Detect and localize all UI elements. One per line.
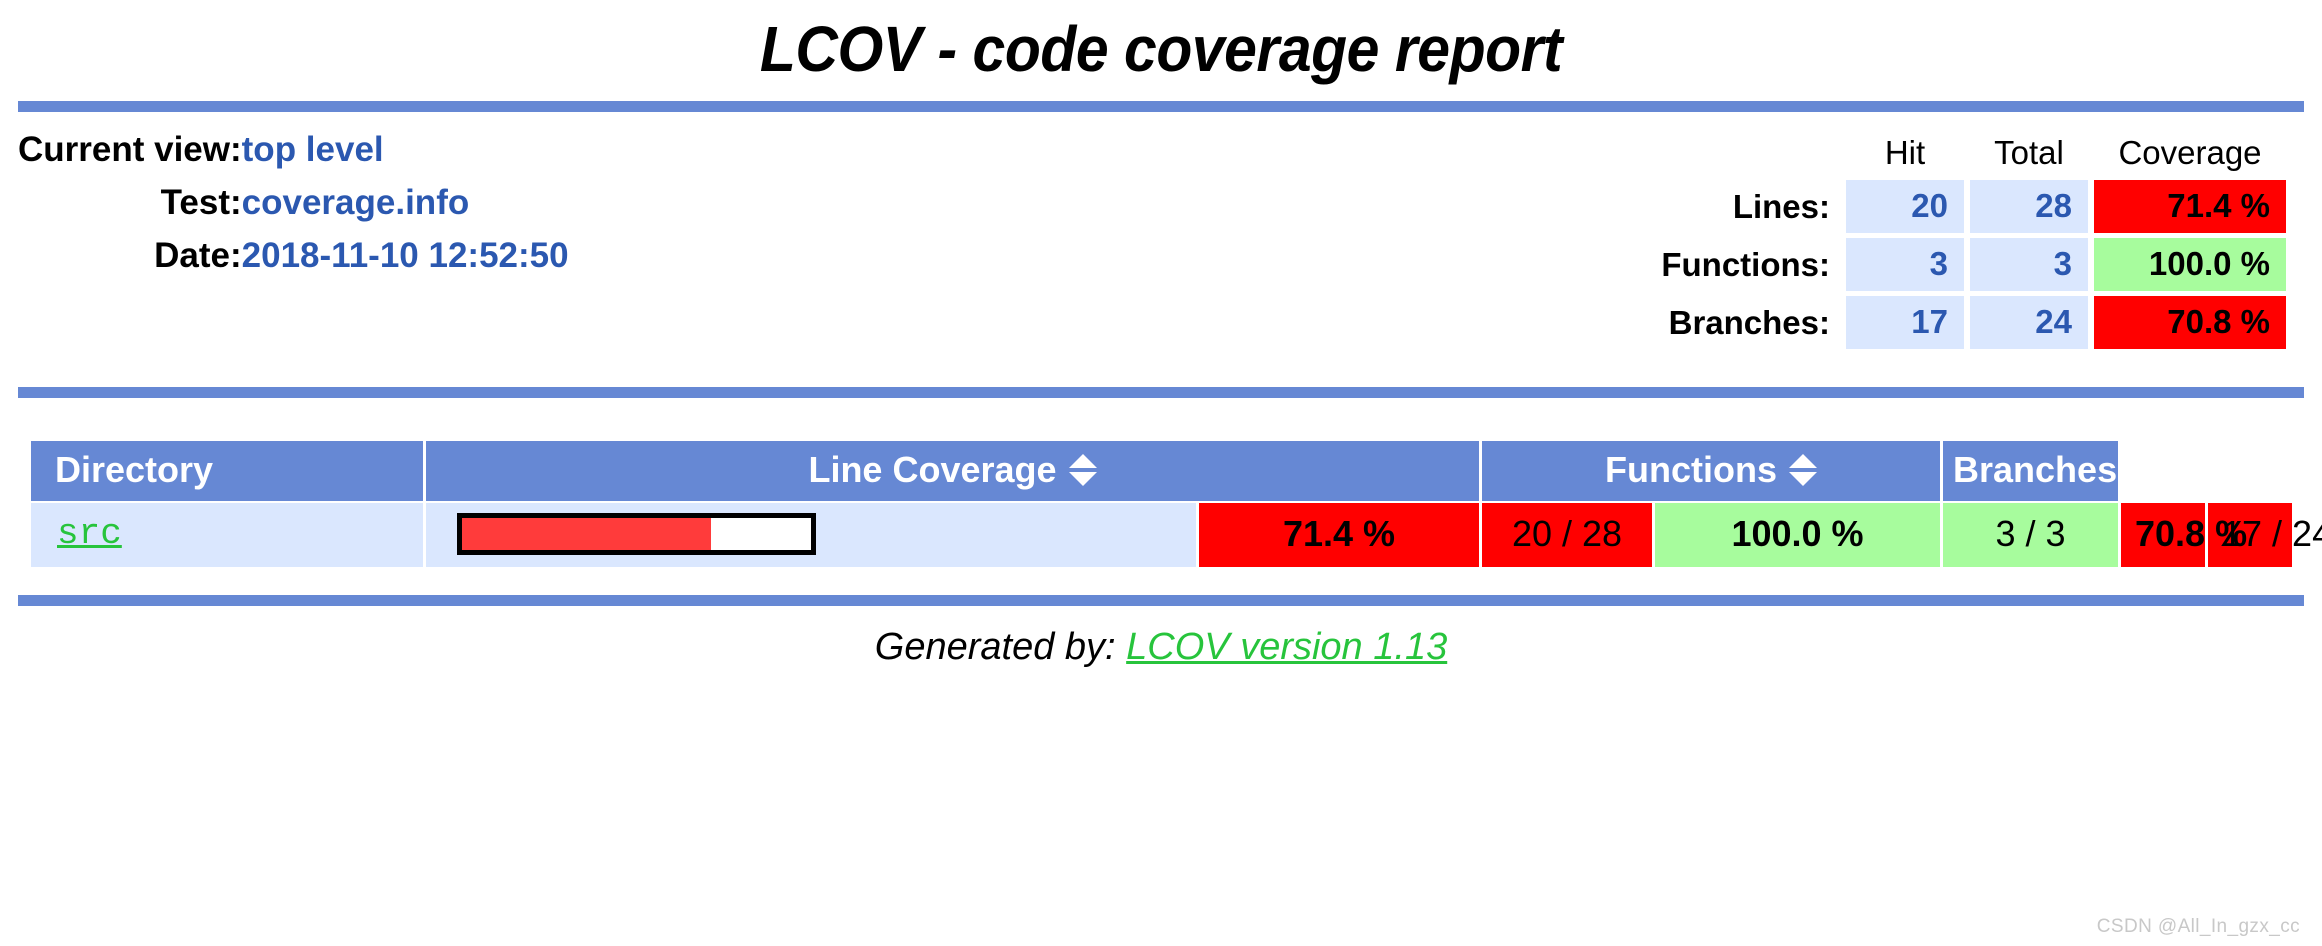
summary-label-branches: Branches: (1668, 303, 1830, 341)
report-info-region: Current view: top level Test: coverage.i… (0, 112, 2322, 354)
sort-ascending-icon (1068, 454, 1097, 469)
meta-label-test: Test: (160, 183, 242, 222)
summary-row-lines: Lines: 20 28 71.4 % (1631, 180, 2286, 233)
sort-ascending-icon (2129, 454, 2158, 469)
summary-header-row: Hit Total Coverage (1631, 133, 2286, 175)
column-header-functions-label: Functions (1605, 449, 1777, 490)
function-coverage-ratio: 3 / 3 (1943, 503, 2119, 567)
table-row: src 71.4 % 20 / 28 100.0 % 3 / 3 70.8 % … (31, 503, 2322, 567)
column-header-branches[interactable]: Branches (1943, 441, 2158, 501)
sort-arrows-icon[interactable] (2129, 454, 2158, 487)
directory-coverage-region: Directory Line Coverage Functions Branch… (0, 398, 2322, 569)
column-header-line-coverage[interactable]: Line Coverage (426, 441, 1479, 501)
summary-total-functions: 3 (1970, 238, 2088, 291)
footer: Generated by: LCOV version 1.13 (0, 606, 2322, 669)
column-header-branches-label: Branches (1953, 449, 2118, 490)
column-header-line-coverage-label: Line Coverage (808, 449, 1057, 490)
report-meta-table: Current view: top level Test: coverage.i… (18, 128, 569, 287)
summary-total-lines: 28 (1970, 180, 2088, 233)
sort-descending-icon (2129, 472, 2158, 487)
meta-row-test: Test: coverage.info (18, 181, 569, 234)
summary-header-spacer (1631, 133, 1840, 175)
meta-label-date: Date: (154, 236, 242, 275)
divider-middle (18, 387, 2304, 398)
divider-bottom (18, 595, 2304, 606)
line-coverage-bar (457, 513, 816, 555)
sort-arrows-icon[interactable] (1789, 454, 1817, 487)
footer-lcov-version-link[interactable]: LCOV version 1.13 (1126, 626, 1447, 668)
function-coverage-percent: 100.0 % (1655, 503, 1941, 567)
summary-coverage-branches: 70.8 % (2094, 296, 2286, 349)
sort-arrows-icon[interactable] (1068, 454, 1097, 487)
page-header: LCOV - code coverage report (0, 0, 2322, 96)
summary-row-branches: Branches: 17 24 70.8 % (1631, 296, 2286, 349)
directory-cell: src (31, 503, 423, 567)
summary-hit-branches: 17 (1846, 296, 1964, 349)
coverage-summary-table: Hit Total Coverage Lines: 20 28 71.4 % F… (1625, 128, 2292, 354)
branch-coverage-percent: 70.8 % (2121, 503, 2247, 567)
meta-row-date: Date: 2018-11-10 12:52:50 (18, 234, 569, 287)
column-header-functions[interactable]: Functions (1482, 441, 1941, 501)
summary-coverage-functions: 100.0 % (2094, 238, 2286, 291)
page-title: LCOV - code coverage report (759, 13, 1563, 85)
line-coverage-bar-cell (426, 503, 1196, 567)
meta-label-current-view: Current view: (18, 130, 242, 169)
sort-ascending-icon (1789, 454, 1817, 469)
footer-generated-by-label: Generated by: (874, 626, 1116, 668)
summary-header-coverage: Coverage (2118, 134, 2262, 171)
directory-coverage-table: Directory Line Coverage Functions Branch… (28, 439, 2322, 569)
meta-value-date: 2018-11-10 12:52:50 (241, 236, 569, 275)
sort-descending-icon (1068, 472, 1097, 487)
column-header-directory-label: Directory (55, 449, 214, 490)
meta-value-test: coverage.info (241, 183, 470, 222)
directory-link-src[interactable]: src (57, 513, 122, 554)
summary-total-branches: 24 (1970, 296, 2088, 349)
summary-label-functions: Functions: (1661, 245, 1830, 283)
column-header-directory[interactable]: Directory (31, 441, 423, 501)
summary-header-hit: Hit (1884, 134, 1926, 171)
summary-hit-lines: 20 (1846, 180, 1964, 233)
watermark: CSDN @All_In_gzx_cc (2096, 916, 2300, 937)
line-coverage-percent: 71.4 % (1199, 503, 1479, 567)
divider-top (18, 101, 2304, 112)
summary-label-lines: Lines: (1732, 187, 1830, 225)
table-header-row: Directory Line Coverage Functions Branch… (31, 441, 2292, 501)
meta-row-current-view: Current view: top level (18, 128, 569, 181)
sort-descending-icon (1789, 472, 1817, 487)
summary-row-functions: Functions: 3 3 100.0 % (1631, 238, 2286, 291)
summary-hit-functions: 3 (1846, 238, 1964, 291)
meta-value-current-view: top level (241, 130, 384, 169)
line-coverage-ratio: 20 / 28 (1482, 503, 1652, 567)
line-coverage-bar-fill (462, 518, 712, 550)
summary-coverage-lines: 71.4 % (2094, 180, 2286, 233)
summary-header-total: Total (1994, 134, 2064, 171)
